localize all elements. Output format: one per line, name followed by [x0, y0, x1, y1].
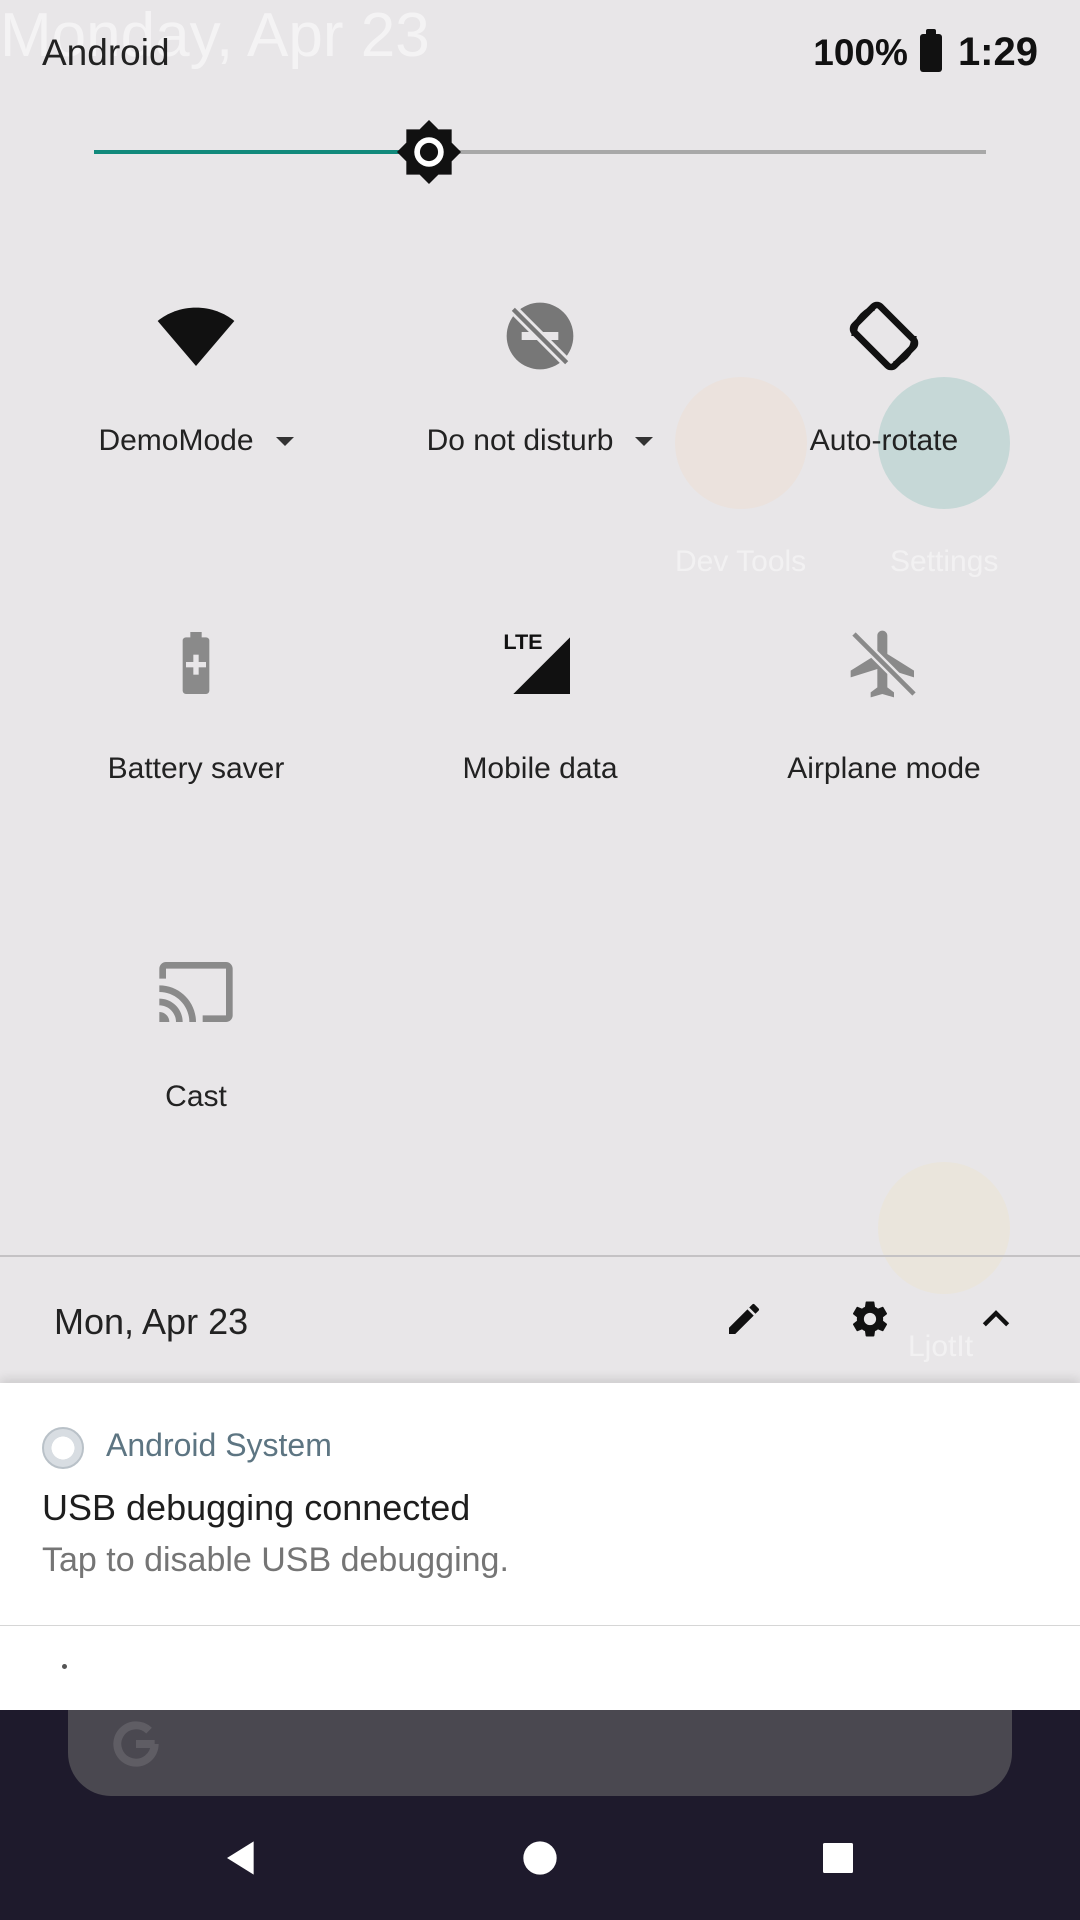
footer-date: Mon, Apr 23 [54, 1301, 249, 1342]
home-icon[interactable] [508, 1826, 572, 1890]
battery-percent: 100% [813, 31, 908, 73]
battery-saver-icon [156, 624, 236, 704]
navigation-bar [0, 1796, 1080, 1920]
auto-rotate-icon [844, 296, 924, 376]
do-not-disturb-icon [500, 296, 580, 376]
settings-icon[interactable] [838, 1287, 902, 1351]
tile-mobile-data-label: Mobile data [462, 752, 618, 785]
notification-app-name: Android System [106, 1427, 332, 1463]
cast-icon [156, 952, 236, 1032]
mobile-data-lte-icon: LTE [500, 624, 580, 704]
notification-card[interactable]: Android System USB debugging connected T… [0, 1383, 1080, 1625]
status-right-group: 100% 1:29 [813, 28, 1038, 75]
notification-text: Tap to disable USB debugging. [42, 1541, 509, 1579]
tile-battery-saver-label: Battery saver [107, 752, 285, 785]
status-bar: Android 100% 1:29 [0, 0, 1080, 108]
collapse-icon[interactable] [964, 1287, 1028, 1351]
notification-title: USB debugging connected [42, 1487, 471, 1528]
chevron-down-icon[interactable] [275, 436, 294, 446]
carrier-name: Android [42, 32, 170, 73]
android-system-icon [42, 1427, 84, 1469]
tile-cast[interactable]: Cast [24, 952, 368, 1212]
notification-shelf [0, 1625, 1080, 1710]
tile-wifi[interactable]: DemoMode [24, 296, 368, 556]
brightness-slider[interactable] [94, 119, 986, 185]
google-search-bar[interactable] [68, 1710, 1012, 1796]
tile-airplane-mode-label: Airplane mode [787, 752, 981, 785]
tile-auto-rotate[interactable]: Auto-rotate [712, 296, 1056, 556]
google-g-icon [104, 1712, 168, 1776]
tile-do-not-disturb-label: Do not disturb [368, 424, 712, 458]
back-icon[interactable] [210, 1826, 274, 1890]
tile-airplane-mode[interactable]: Airplane mode [712, 624, 1056, 884]
brightness-icon[interactable] [395, 118, 463, 186]
chevron-down-icon[interactable] [635, 436, 654, 446]
tile-battery-saver[interactable]: Battery saver [24, 624, 368, 884]
tile-cast-label: Cast [165, 1080, 227, 1113]
battery-icon [919, 28, 942, 72]
lte-badge: LTE [503, 629, 542, 654]
tile-do-not-disturb[interactable]: Do not disturb [368, 296, 712, 556]
tile-auto-rotate-label: Auto-rotate [809, 424, 959, 457]
brightness-fill [94, 150, 429, 154]
wifi-icon [156, 296, 236, 376]
quick-settings-footer: Mon, Apr 23 [0, 1257, 1080, 1383]
recents-icon[interactable] [806, 1826, 870, 1890]
tile-mobile-data[interactable]: LTE Mobile data [368, 624, 712, 884]
airplane-mode-off-icon [844, 624, 924, 704]
clock: 1:29 [957, 30, 1038, 74]
overflow-dot-icon [62, 1664, 67, 1669]
quick-settings-panel: Monday, Apr 23 Dev Tools Settings LjotIt… [0, 0, 1080, 1383]
tile-wifi-label: DemoMode [24, 424, 368, 458]
edit-icon[interactable] [712, 1287, 776, 1351]
